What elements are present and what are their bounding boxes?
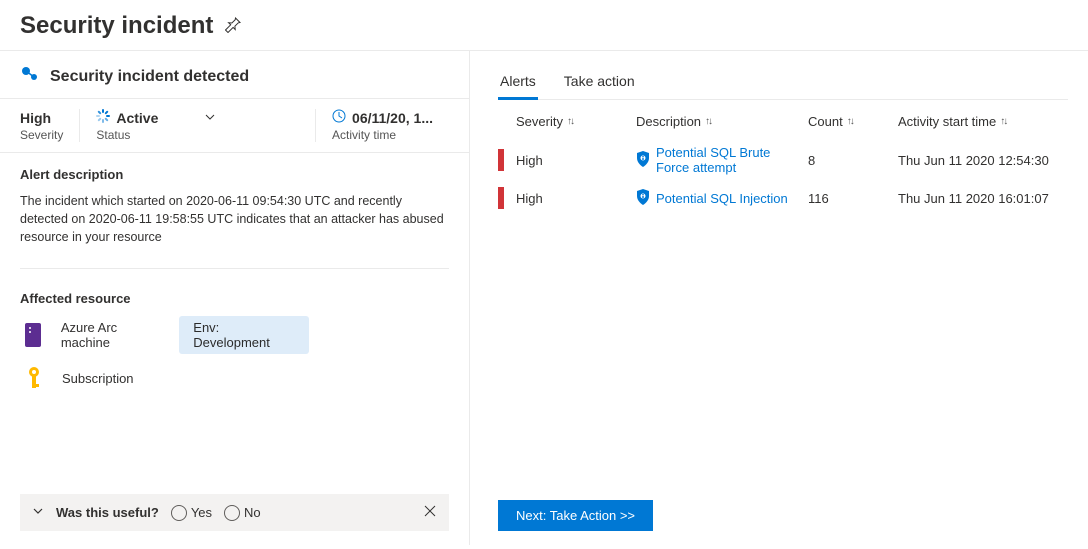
- feedback-question: Was this useful?: [56, 505, 159, 520]
- tab-take-action[interactable]: Take action: [562, 69, 637, 100]
- status-label: Status: [96, 128, 299, 142]
- radio-icon: [224, 505, 240, 521]
- chevron-down-icon[interactable]: [32, 505, 44, 520]
- tab-alerts[interactable]: Alerts: [498, 69, 538, 100]
- sort-icon: ↑↓: [1000, 116, 1006, 127]
- sort-icon: ↑↓: [567, 116, 573, 127]
- col-severity[interactable]: Severity↑↓: [516, 114, 626, 129]
- detected-title: Security incident detected: [50, 68, 249, 86]
- cell-count: 8: [808, 153, 888, 168]
- alert-description-heading: Alert description: [20, 167, 449, 182]
- severity-bar: [498, 149, 504, 171]
- sort-icon: ↑↓: [847, 116, 853, 127]
- radio-icon: [171, 505, 187, 521]
- shield-icon: [636, 189, 650, 208]
- incident-icon: [20, 65, 40, 88]
- status-value: Active: [116, 110, 158, 126]
- status-cell[interactable]: Active Status: [79, 109, 315, 142]
- activity-time-label: Activity time: [332, 128, 433, 142]
- next-take-action-button[interactable]: Next: Take Action >>: [498, 500, 653, 531]
- env-tag[interactable]: Env: Development: [179, 316, 309, 354]
- tabs: Alerts Take action: [498, 69, 1068, 100]
- activity-time-cell: 06/11/20, 1... Activity time: [315, 109, 449, 142]
- feedback-yes[interactable]: Yes: [171, 505, 212, 521]
- close-icon[interactable]: [423, 504, 437, 521]
- sort-icon: ↑↓: [705, 116, 711, 127]
- table-row[interactable]: High Potential SQL Injection 116 Thu Jun 11…: [498, 181, 1068, 215]
- chevron-down-icon[interactable]: [204, 110, 216, 126]
- resource-row-subscription[interactable]: Subscription: [20, 364, 449, 392]
- feedback-no[interactable]: No: [224, 505, 261, 521]
- col-count[interactable]: Count↑↓: [808, 114, 888, 129]
- server-icon: [20, 321, 47, 349]
- feedback-no-label: No: [244, 505, 261, 520]
- feedback-yes-label: Yes: [191, 505, 212, 520]
- left-pane: Security incident detected High Severity…: [0, 51, 470, 545]
- key-icon: [20, 364, 48, 392]
- cell-severity: High: [516, 191, 626, 206]
- pin-icon[interactable]: [225, 17, 241, 36]
- cell-severity: High: [516, 153, 626, 168]
- severity-value: High: [20, 110, 63, 126]
- resource-machine-name: Azure Arc machine: [61, 320, 165, 350]
- shield-icon: [636, 151, 650, 170]
- resource-subscription-name: Subscription: [62, 371, 134, 386]
- right-pane: Alerts Take action Severity↑↓ Descriptio…: [470, 51, 1088, 545]
- severity-label: Severity: [20, 128, 63, 142]
- col-description[interactable]: Description↑↓: [636, 114, 798, 129]
- cell-activity: Thu Jun 11 2020 12:54:30: [898, 153, 1068, 168]
- alert-description-body: The incident which started on 2020-06-11…: [20, 192, 449, 246]
- table-row[interactable]: High Potential SQL Brute Force attempt 8 Th…: [498, 139, 1068, 181]
- cell-count: 116: [808, 191, 888, 206]
- table-header: Severity↑↓ Description↑↓ Count↑↓ Activit…: [498, 100, 1068, 139]
- affected-resource-heading: Affected resource: [20, 291, 449, 306]
- page-title: Security incident: [20, 12, 213, 40]
- severity-bar: [498, 187, 504, 209]
- resource-row-machine[interactable]: Azure Arc machine Env: Development: [20, 316, 449, 354]
- alert-link[interactable]: Potential SQL Injection: [656, 191, 788, 206]
- activity-time-value: 06/11/20, 1...: [352, 110, 433, 126]
- clock-icon: [332, 109, 346, 126]
- alert-link[interactable]: Potential SQL Brute Force attempt: [656, 145, 798, 175]
- severity-cell: High Severity: [20, 110, 79, 142]
- status-spinner-icon: [96, 109, 110, 126]
- cell-activity: Thu Jun 11 2020 16:01:07: [898, 191, 1068, 206]
- col-activity[interactable]: Activity start time↑↓: [898, 114, 1068, 129]
- feedback-bar: Was this useful? Yes No: [20, 494, 449, 531]
